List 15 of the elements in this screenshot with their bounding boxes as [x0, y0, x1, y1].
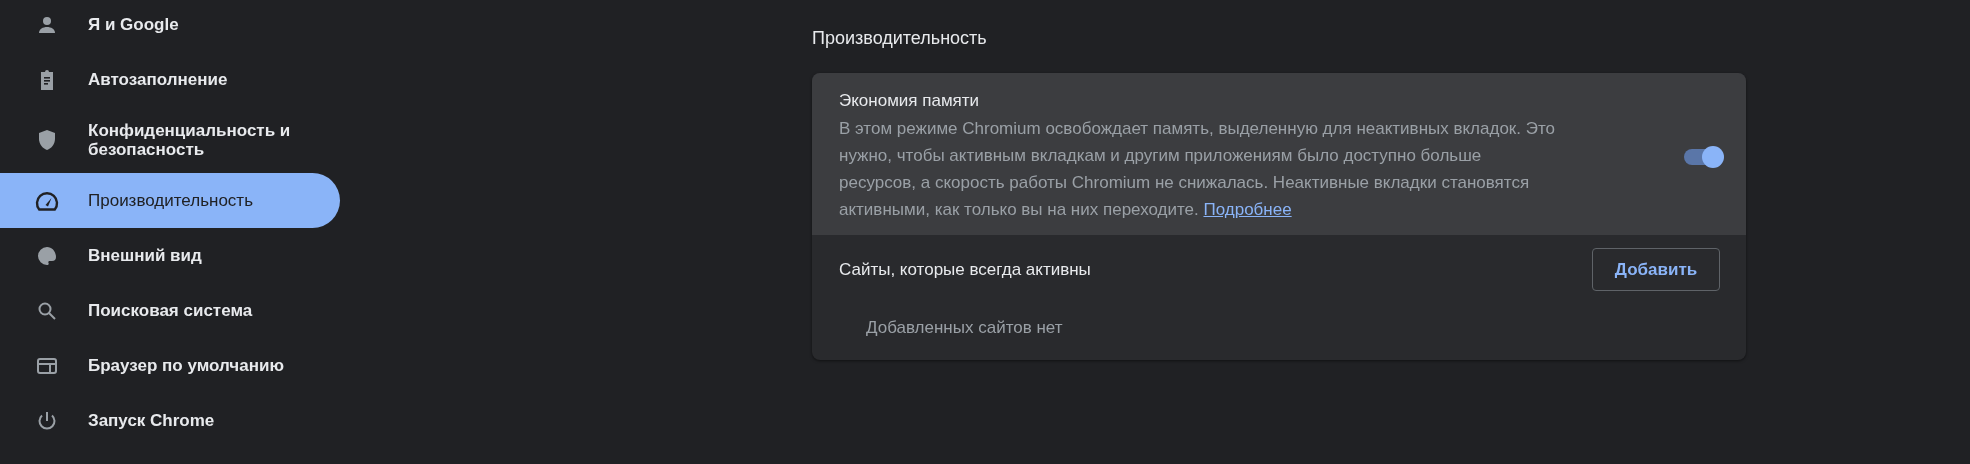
add-button[interactable]: Добавить: [1592, 248, 1720, 291]
section-title: Производительность: [812, 28, 988, 49]
setting-description: В этом режиме Chromium освобождает память, выделенную для неактивных вкладок. Это нужно, чтобы активным вкладкам и другим приложениям было доступно больше ресурсов, а скорость работы Chromium не снижалась. Неактивные вкладки становятся активными, как только вы на них переходите. Подробнее: [839, 118, 1557, 221]
row-label: Сайты, которые всегда активны: [839, 259, 1091, 280]
sidebar-item[interactable]: Я и Google: [0, 0, 340, 52]
sidebar-item[interactable]: Автозаполнение: [0, 52, 340, 107]
sidebar-item[interactable]: Производительность: [0, 173, 340, 228]
sidebar-item[interactable]: Внешний вид: [0, 228, 340, 283]
sidebar-item[interactable]: Конфиденциальность и безопасность: [0, 107, 340, 173]
sidebar-item[interactable]: Поисковая система: [0, 283, 340, 338]
empty-message: Добавленных сайтов нет: [865, 317, 1064, 339]
learn-more-link[interactable]: Подробнее: [1203, 200, 1292, 219]
sidebar-item[interactable]: Запуск Chrome: [0, 393, 340, 448]
sidebar-item[interactable]: Браузер по умолчанию: [0, 338, 340, 393]
setting-title: Экономия памяти: [839, 91, 981, 111]
